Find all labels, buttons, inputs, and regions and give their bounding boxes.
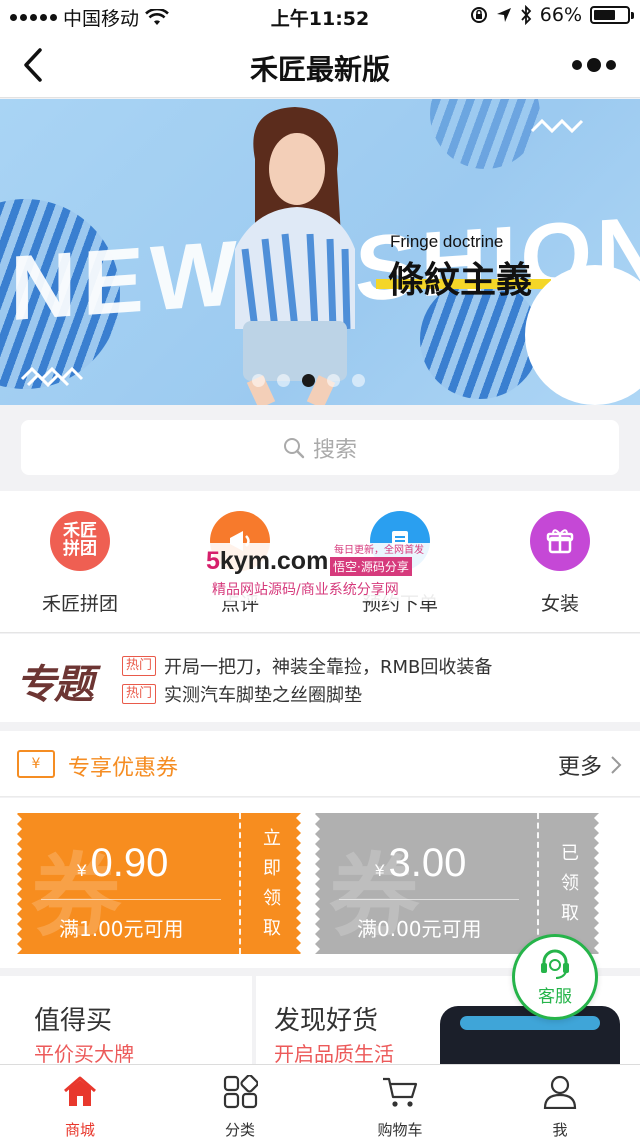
hot-badge: 热门 [122,684,157,704]
coupon-more-link[interactable]: 更多 [558,749,622,781]
coupon-action-char: 取 [263,917,281,939]
search-placeholder: 搜索 [312,437,357,463]
gift-icon [530,511,590,571]
bottom-tab-bar: 商城 分类 购物车 我 [0,1064,640,1138]
coupon-amount: ¥3.00 [375,841,467,885]
quick-entry-womens-wear[interactable]: 女装 [495,511,625,616]
topics-logo: 专题 [16,662,94,708]
quick-entry-label: 禾匠拼团 [41,593,118,615]
claim-coupon-button[interactable]: 立即领取 [243,813,301,954]
tab-label: 我 [552,1121,568,1138]
coupon-divider [41,899,221,900]
topic-title: 实测汽车脚垫之丝圈脚垫 [164,685,363,706]
watermark-brand: 5kym.com [206,547,329,575]
banner-tagline-en: Fringe doctrine [390,232,504,251]
shopping-cart-icon [383,1077,418,1107]
model-image [235,107,355,405]
location-icon [496,8,511,22]
coupon-action-char: 已 [561,842,579,864]
coupon-ticket-icon: ¥ [17,750,55,778]
zigzag-decor [20,366,84,387]
customer-service-button[interactable]: 客服 [512,934,598,1020]
card-subtitle: 开启品质生活 [274,1042,394,1064]
coupon-separator [537,813,539,954]
group-buy-icon: 禾匠 拼团 [50,511,110,571]
battery-icon [590,6,634,24]
search-section: 搜索 [0,405,640,491]
decor-circle [430,99,540,169]
tab-cart[interactable]: 购物车 [320,1075,480,1138]
tab-me[interactable]: 我 [480,1075,640,1138]
search-icon [283,437,305,458]
card-title: 发现好货 [274,1006,379,1036]
banner-tagline-cn: 條紋主義 [388,260,533,301]
watermark-subtitle: 精品网站源码/商业系统分享网 [212,582,399,598]
topic-title: 开局一把刀，神装全靠捡，RMB回收装备 [164,657,493,678]
carousel-dot[interactable] [352,374,365,387]
user-icon [543,1075,577,1110]
more-menu-icon[interactable] [572,58,616,72]
coupon-separator [239,813,241,954]
chevron-right-icon [611,756,622,774]
claimed-coupon-status: 已领取 [541,813,599,954]
card-title: 值得买 [34,1006,113,1036]
hot-badge: 热门 [122,656,157,676]
tab-mall[interactable]: 商城 [0,1075,160,1138]
watermark-overlay: 每日更新，全网首发 5kym.com 悟空·源码分享 精品网站源码/商业系统分享… [198,543,440,601]
topics-section: 专题 热门 开局一把刀，神装全靠捡，RMB回收装备 热门 实测汽车脚垫之丝圈脚垫 [0,634,640,722]
carousel-dot[interactable] [277,374,290,387]
coupon-header: ¥ 专享优惠券 更多 [0,731,640,797]
carousel-dot[interactable] [302,374,315,387]
carousel-dot[interactable] [252,374,265,387]
card-worth-buying[interactable]: 值得买 平价买大牌 [0,976,252,1064]
coupon-action-char: 即 [263,857,281,879]
coupon-action-char: 取 [561,902,579,924]
coupon-amount: ¥0.90 [77,841,169,885]
tab-label: 购物车 [377,1121,423,1138]
carousel-dot[interactable] [327,374,340,387]
zigzag-decor [530,118,584,134]
bluetooth-icon [521,5,532,25]
coupon-condition: 满0.00元可用 [357,917,482,941]
coupon-action-char: 领 [263,887,281,909]
card-subtitle: 平价买大牌 [34,1042,134,1064]
nav-bar: 禾匠最新版 [0,32,640,98]
topic-item[interactable]: 热门 实测汽车脚垫之丝圈脚垫 [122,681,362,707]
battery-percent: 66% [539,4,582,26]
tab-label: 分类 [224,1121,255,1138]
coupon-card[interactable]: 券 ¥0.90 满1.00元可用 立即领取 [17,813,301,954]
coupon-card[interactable]: 券 ¥3.00 满0.00元可用 已领取 [315,813,599,954]
headset-icon [541,949,569,979]
tab-label: 商城 [64,1121,95,1138]
coupon-action-char: 立 [263,827,281,849]
service-label: 客服 [538,986,572,1007]
tab-category[interactable]: 分类 [160,1074,320,1138]
search-input[interactable]: 搜索 [21,420,619,475]
watermark-tag: 悟空·源码分享 [330,557,412,576]
category-grid-icon [223,1074,259,1109]
home-icon [64,1076,96,1106]
quick-entry-label: 女装 [540,593,579,615]
coupon-divider [339,899,519,900]
topic-item[interactable]: 热门 开局一把刀，神装全靠捡，RMB回收装备 [122,653,492,679]
coupon-condition: 满1.00元可用 [59,917,184,941]
carousel-dots[interactable] [252,374,365,387]
status-bar: 中国移动 上午11:52 66% [0,0,640,32]
quick-entry-group-buy[interactable]: 禾匠 拼团 禾匠拼团 [15,511,145,616]
coupon-section-title: 专享优惠券 [68,756,179,781]
coupon-action-char: 领 [561,872,579,894]
page-title: 禾匠最新版 [249,53,390,86]
banner-carousel[interactable]: NEW SHION Fringe doctrine 條紋主義 [0,99,640,405]
watermark-top-text: 每日更新，全网首发 [334,545,424,556]
more-label: 更多 [557,755,602,780]
orientation-lock-icon [470,7,487,23]
banner-headline-left: NEW [10,221,243,341]
